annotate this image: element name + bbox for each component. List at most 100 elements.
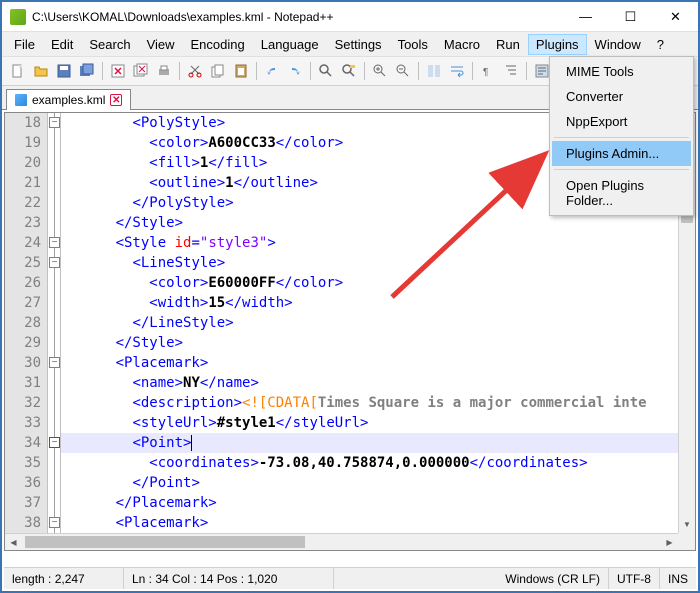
fold-minus-icon[interactable]: − — [49, 437, 60, 448]
status-encoding[interactable]: UTF-8 — [609, 568, 660, 589]
line-number: 36 — [5, 473, 47, 493]
zoom-in-icon[interactable] — [370, 61, 390, 81]
menu-language[interactable]: Language — [253, 34, 327, 55]
tab-examples-kml[interactable]: examples.kml ✕ — [6, 89, 131, 110]
line-number: 31 — [5, 373, 47, 393]
code-line[interactable]: <coordinates>-73.08,40.758874,0.000000</… — [61, 453, 695, 473]
menu-nppexport[interactable]: NppExport — [552, 109, 691, 134]
scroll-thumb[interactable] — [25, 536, 305, 548]
scroll-right-icon[interactable]: ▶ — [661, 534, 678, 550]
menu-plugins-admin[interactable]: Plugins Admin... — [552, 141, 691, 166]
line-number: 22 — [5, 193, 47, 213]
open-file-icon[interactable] — [31, 61, 51, 81]
menu-edit[interactable]: Edit — [43, 34, 81, 55]
menu-run[interactable]: Run — [488, 34, 528, 55]
menu-bar: FileEditSearchViewEncodingLanguageSettin… — [2, 32, 698, 56]
menu-view[interactable]: View — [139, 34, 183, 55]
status-eol[interactable]: Windows (CR LF) — [497, 568, 609, 589]
fold-margin[interactable]: − − − − − − — [47, 113, 61, 550]
code-line[interactable]: </Style> — [61, 213, 695, 233]
menu-mime-tools[interactable]: MIME Tools — [552, 59, 691, 84]
replace-icon[interactable] — [339, 61, 359, 81]
line-number: 30 — [5, 353, 47, 373]
save-icon[interactable] — [54, 61, 74, 81]
scroll-left-icon[interactable]: ◀ — [5, 534, 22, 550]
copy-icon[interactable] — [208, 61, 228, 81]
line-number: 23 — [5, 213, 47, 233]
status-bar: length : 2,247 Ln : 34 Col : 14 Pos : 1,… — [4, 567, 696, 589]
status-insert-mode[interactable]: INS — [660, 568, 696, 589]
close-all-icon[interactable] — [131, 61, 151, 81]
fold-minus-icon[interactable]: − — [49, 257, 60, 268]
menu-window[interactable]: Window — [587, 34, 649, 55]
code-line[interactable]: <Style id="style3"> — [61, 233, 695, 253]
menu-separator — [554, 169, 689, 170]
menu-encoding[interactable]: Encoding — [183, 34, 253, 55]
line-number: 25 — [5, 253, 47, 273]
line-number: 29 — [5, 333, 47, 353]
titlebar: C:\Users\KOMAL\Downloads\examples.kml - … — [2, 2, 698, 32]
menu-plugins[interactable]: Plugins — [528, 34, 587, 55]
menu-settings[interactable]: Settings — [327, 34, 390, 55]
status-length: length : 2,247 — [4, 568, 124, 589]
file-icon — [15, 94, 27, 106]
fold-minus-icon[interactable]: − — [49, 237, 60, 248]
menu-converter[interactable]: Converter — [552, 84, 691, 109]
svg-text:¶: ¶ — [483, 67, 488, 78]
menu-help[interactable]: ? — [649, 34, 672, 55]
line-number: 38 — [5, 513, 47, 533]
code-line[interactable]: <width>15</width> — [61, 293, 695, 313]
line-number: 27 — [5, 293, 47, 313]
code-line[interactable]: <Placemark> — [61, 353, 695, 373]
find-icon[interactable] — [316, 61, 336, 81]
code-line[interactable]: </Placemark> — [61, 493, 695, 513]
menu-tools[interactable]: Tools — [390, 34, 436, 55]
paste-icon[interactable] — [231, 61, 251, 81]
scroll-corner — [678, 533, 695, 550]
code-line[interactable]: </Style> — [61, 333, 695, 353]
scroll-down-icon[interactable]: ▼ — [679, 516, 695, 533]
menu-open-plugins-folder[interactable]: Open Plugins Folder... — [552, 173, 691, 213]
line-number: 37 — [5, 493, 47, 513]
code-line[interactable]: </Point> — [61, 473, 695, 493]
maximize-button[interactable]: ☐ — [608, 3, 653, 31]
minimize-button[interactable]: — — [563, 3, 608, 31]
code-line[interactable]: <styleUrl>#style1</styleUrl> — [61, 413, 695, 433]
code-line[interactable]: <Point> — [61, 433, 695, 453]
code-line[interactable]: <color>E60000FF</color> — [61, 273, 695, 293]
tab-close-icon[interactable]: ✕ — [110, 94, 122, 106]
fold-minus-icon[interactable]: − — [49, 517, 60, 528]
new-file-icon[interactable] — [8, 61, 28, 81]
code-line[interactable]: <Placemark> — [61, 513, 695, 533]
line-number: 34 — [5, 433, 47, 453]
window-title: C:\Users\KOMAL\Downloads\examples.kml - … — [32, 10, 563, 24]
close-button[interactable]: ✕ — [653, 3, 698, 31]
close-file-icon[interactable] — [108, 61, 128, 81]
app-icon — [10, 9, 26, 25]
cut-icon[interactable] — [185, 61, 205, 81]
line-number: 18 — [5, 113, 47, 133]
line-number-gutter: 1819202122232425262728293031323334353637… — [5, 113, 47, 550]
horizontal-scrollbar[interactable]: ◀ ▶ — [5, 533, 678, 550]
code-line[interactable]: <description><![CDATA[Times Square is a … — [61, 393, 695, 413]
zoom-out-icon[interactable] — [393, 61, 413, 81]
status-position: Ln : 34 Col : 14 Pos : 1,020 — [124, 568, 334, 589]
indent-guide-icon[interactable] — [501, 61, 521, 81]
code-line[interactable]: </LineStyle> — [61, 313, 695, 333]
undo-icon[interactable] — [262, 61, 282, 81]
code-line[interactable]: <LineStyle> — [61, 253, 695, 273]
show-symbols-icon[interactable]: ¶ — [478, 61, 498, 81]
fold-minus-icon[interactable]: − — [49, 357, 60, 368]
word-wrap-icon[interactable] — [447, 61, 467, 81]
print-icon[interactable] — [154, 61, 174, 81]
menu-macro[interactable]: Macro — [436, 34, 488, 55]
save-all-icon[interactable] — [77, 61, 97, 81]
menu-search[interactable]: Search — [81, 34, 138, 55]
redo-icon[interactable] — [285, 61, 305, 81]
code-line[interactable]: <name>NY</name> — [61, 373, 695, 393]
fold-minus-icon[interactable]: − — [49, 117, 60, 128]
menu-file[interactable]: File — [6, 34, 43, 55]
line-number: 33 — [5, 413, 47, 433]
sync-scroll-icon[interactable] — [424, 61, 444, 81]
line-number: 32 — [5, 393, 47, 413]
